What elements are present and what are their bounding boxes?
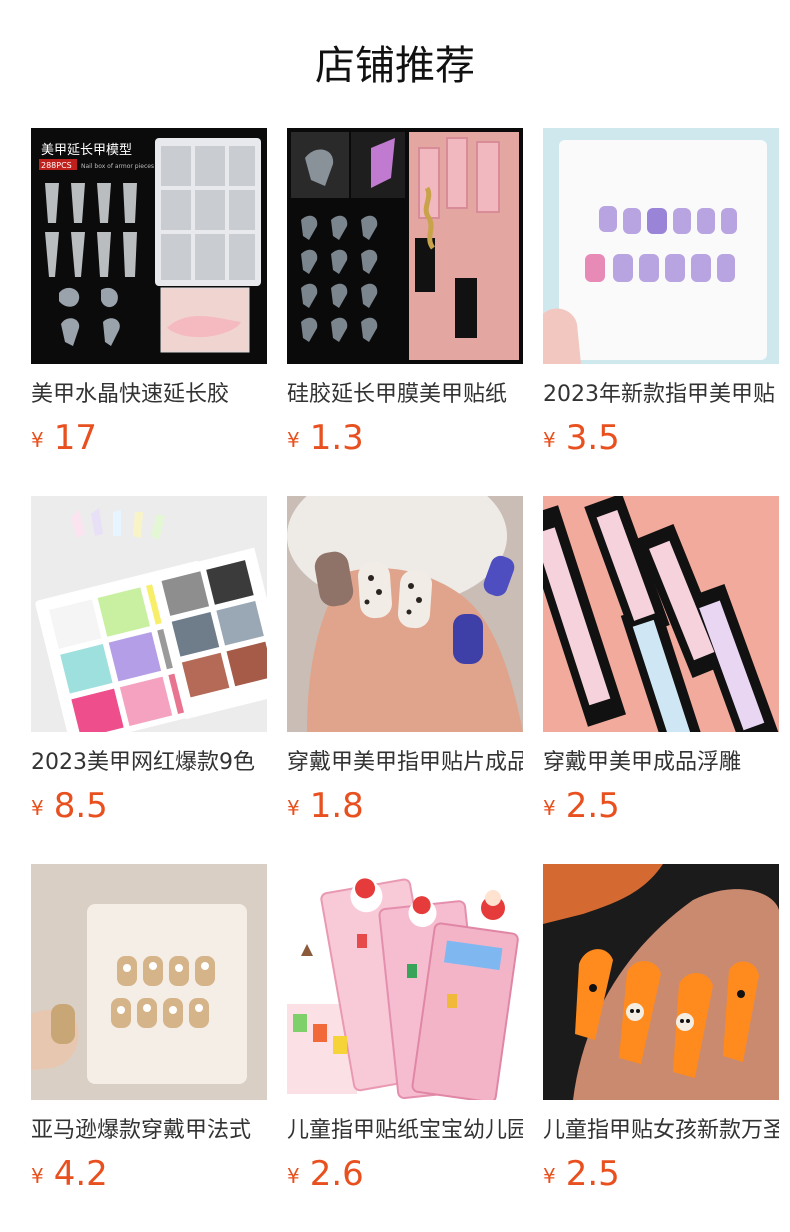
- product-price: ¥1.8: [287, 786, 364, 826]
- price-value: 1.3: [309, 418, 364, 458]
- product-price: ¥2.5: [543, 1154, 620, 1194]
- product-name[interactable]: 硅胶延长甲膜美甲贴纸: [287, 378, 523, 412]
- currency-symbol: ¥: [31, 1164, 44, 1188]
- price-value: 17: [53, 418, 97, 458]
- product-image[interactable]: [543, 864, 779, 1100]
- product-name[interactable]: 儿童指甲贴纸宝宝幼儿园: [287, 1114, 523, 1148]
- product-image[interactable]: 美甲延长甲模型 288PCS Nail box of armor pieces: [31, 128, 267, 364]
- svg-text:Nail box of armor pieces: Nail box of armor pieces: [81, 163, 154, 170]
- product-name[interactable]: 穿戴甲美甲成品浮雕: [543, 746, 779, 780]
- svg-text:288PCS: 288PCS: [41, 161, 72, 170]
- currency-symbol: ¥: [543, 1164, 556, 1188]
- product-image[interactable]: [31, 496, 267, 732]
- currency-symbol: ¥: [287, 796, 300, 820]
- price-value: 2.6: [309, 1154, 364, 1194]
- product-price: ¥17: [31, 418, 97, 458]
- product-image[interactable]: [287, 128, 523, 364]
- product-name[interactable]: 穿戴甲美甲指甲贴片成品: [287, 746, 523, 780]
- product-image[interactable]: [543, 496, 779, 732]
- currency-symbol: ¥: [543, 796, 556, 820]
- product-image[interactable]: [31, 864, 267, 1100]
- price-value: 1.8: [309, 786, 364, 826]
- product-image[interactable]: [287, 496, 523, 732]
- product-name[interactable]: 美甲水晶快速延长胶: [31, 378, 267, 412]
- product-price: ¥2.5: [543, 786, 620, 826]
- product-image[interactable]: [543, 128, 779, 364]
- product-price: ¥8.5: [31, 786, 108, 826]
- currency-symbol: ¥: [287, 1164, 300, 1188]
- price-value: 3.5: [565, 418, 620, 458]
- product-price: ¥3.5: [543, 418, 620, 458]
- product-name[interactable]: 亚马逊爆款穿戴甲法式: [31, 1114, 267, 1148]
- product-price: ¥2.6: [287, 1154, 364, 1194]
- product-price: ¥4.2: [31, 1154, 108, 1194]
- price-value: 4.2: [53, 1154, 108, 1194]
- product-image[interactable]: [287, 864, 523, 1100]
- section-title: 店铺推荐: [315, 43, 475, 89]
- currency-symbol: ¥: [543, 428, 556, 452]
- currency-symbol: ¥: [31, 796, 44, 820]
- svg-text:美甲延长甲模型: 美甲延长甲模型: [41, 143, 132, 158]
- product-price: ¥1.3: [287, 418, 364, 458]
- price-value: 8.5: [53, 786, 108, 826]
- currency-symbol: ¥: [31, 428, 44, 452]
- price-value: 2.5: [565, 1154, 620, 1194]
- product-name[interactable]: 2023美甲网红爆款9色: [31, 746, 267, 780]
- price-value: 2.5: [565, 786, 620, 826]
- product-name[interactable]: 儿童指甲贴女孩新款万圣节: [543, 1114, 779, 1148]
- product-name[interactable]: 2023年新款指甲美甲贴: [543, 378, 779, 412]
- currency-symbol: ¥: [287, 428, 300, 452]
